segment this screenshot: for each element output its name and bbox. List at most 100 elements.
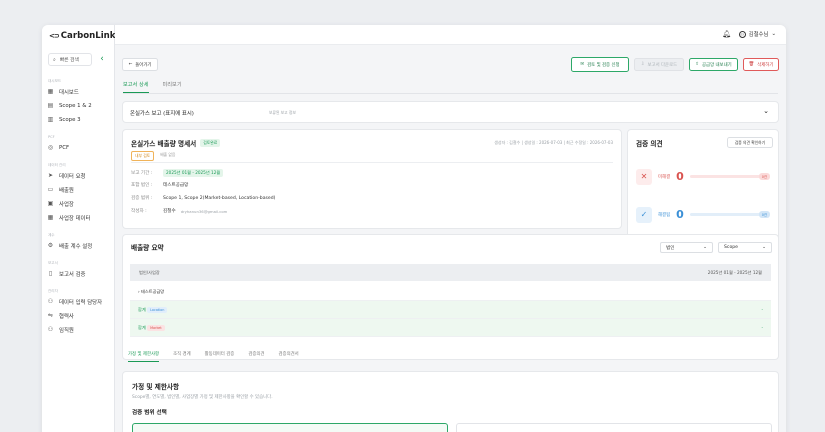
building-icon: ▣ (47, 200, 54, 207)
section-label-settings: 계수 (48, 233, 55, 237)
sidebar-item-label: 데이터 입력 담당자 (59, 299, 103, 306)
sidebar-item-emission-factor[interactable]: ⚙ 배출 계수 설정 (47, 240, 92, 251)
sidebar-item-label: 배출원 (59, 187, 74, 194)
sidebar-item-label: Scope 1 & 2 (59, 102, 92, 109)
sidebar-item-emission-source[interactable]: ▭ 배출원 (47, 184, 74, 195)
sidebar-item-partner[interactable]: ⇋ 협력사 (47, 310, 74, 321)
tab-org-boundary[interactable]: 조직 경계 (173, 351, 191, 362)
report-download-label: 보고서 다운로드 (647, 62, 678, 68)
tab-opinion-report[interactable]: 검증의견서 (278, 351, 298, 362)
section-label-data: 데이터 관리 (48, 163, 66, 167)
bell-icon[interactable]: 🔔︎ (722, 30, 731, 38)
report-log-accordion[interactable]: 온실가스 보고 (표지에 표시) 보류된 보고 정보 ⌄ (122, 101, 779, 123)
sidebar-item-label: 사업장 데이터 (59, 215, 91, 222)
logo[interactable]: <⊃ CarbonLink (49, 31, 116, 41)
opinion-label: 해결됨 (658, 212, 671, 218)
sidebar-item-scope12[interactable]: ▤ Scope 1 & 2 (47, 100, 92, 111)
check-icon: ✓ (636, 206, 652, 223)
sidebar-item-label: 데이터 요청 (59, 173, 86, 180)
sidebar-item-data-input-manager[interactable]: ⚇ 데이터 입력 담당자 (47, 296, 102, 307)
field-value: 테스트공급망 (163, 183, 189, 188)
chevron-down-icon: ⌄ (703, 245, 707, 250)
section-label-admin: 관리자 (48, 289, 58, 293)
field-value: 김철수 (163, 209, 176, 214)
sidebar-item-data-request[interactable]: ➤ 데이터 요청 (47, 170, 86, 181)
sidebar-item-employee[interactable]: ⚇ 임직원 (47, 324, 74, 335)
verify-request-button[interactable]: ✉ 검토 및 검증 신청 (571, 57, 629, 72)
table-icon: ▦ (47, 214, 54, 221)
sidebar-item-label: 보고서 검증 (59, 271, 86, 278)
opinion-count: 0 (676, 170, 684, 183)
trash-icon: 🗑︎ (748, 62, 755, 67)
opinion-bar: 0건 (689, 173, 770, 180)
close-icon: ✕ (636, 168, 652, 185)
table-row[interactable]: › 테스트공급망 (130, 283, 771, 301)
upload-icon: ⇧ (695, 62, 699, 67)
arrow-left-icon: ← (128, 62, 133, 67)
tab-opinion[interactable]: 검증의견 (248, 351, 264, 362)
opinion-bar: 0건 (689, 211, 770, 218)
assumptions-card: 가정 및 제한사항 Scope별, 연도별, 법인별, 사업장별 가정 및 제한… (122, 371, 779, 432)
scope-option[interactable] (456, 423, 772, 432)
chevron-left-icon: ‹ (100, 54, 104, 64)
delete-button[interactable]: 🗑︎ 삭제하기 (743, 58, 779, 71)
entity-select-value: 법인 (666, 245, 675, 251)
column-header: 법인/사업장 (139, 269, 160, 275)
verify-request-label: 검토 및 검증 신청 (587, 62, 620, 68)
sidebar-item-label: Scope 3 (59, 116, 81, 123)
field-key: 보고 기간 : (131, 171, 153, 176)
column-header: 2025년 01월 - 2025년 12월 (707, 269, 762, 275)
search-icon: ⌕ (53, 57, 56, 63)
summary-title: 배출량 요약 (131, 244, 164, 252)
delete-label: 삭제하기 (757, 62, 774, 68)
tab-assumptions[interactable]: 가정 및 제한사항 (128, 351, 160, 362)
row-value: - (761, 325, 763, 330)
logo-mark-icon: <⊃ (49, 32, 60, 40)
back-button[interactable]: ← 돌아가기 (122, 58, 158, 71)
view-opinion-button[interactable]: 검증 의견 확인하기 (727, 137, 773, 148)
tab-preview[interactable]: 미리보기 (163, 81, 182, 93)
sidebar-item-label: 대시보드 (59, 89, 79, 96)
source-icon: ▭ (47, 186, 54, 193)
field-key: 작성자 : (131, 209, 147, 214)
sidebar-item-report-verify[interactable]: ▯ 보고서 검증 (47, 268, 86, 279)
field-value: 2025년 01월 - 2025년 12월 (163, 169, 224, 177)
tab-report-detail[interactable]: 보고서 상세 (123, 81, 149, 93)
tag-internal-review: 내부 검토 (131, 151, 155, 161)
status-badge: 검토완료 (200, 139, 221, 147)
entity-select[interactable]: 법인 ⌄ (660, 242, 713, 253)
share-button[interactable]: ⇧ 공급망 내보내기 (689, 58, 738, 71)
chevron-down-icon: ⌄ (763, 107, 769, 115)
emission-summary-card: 배출량 요약 법인 ⌄ Scope ⌄ 법인/사업장 2025년 01월 - 202… (122, 234, 779, 360)
logo-text: CarbonLink (60, 31, 116, 41)
report-info-card: 온실가스 배출량 명세서 검토완료 생성자 : 김철수 | 생성일 : 2026… (122, 129, 622, 229)
row-label: 합계 (138, 324, 146, 330)
opinion-pill: 0건 (758, 211, 770, 218)
tag-no-emission: 배출 없음 (160, 152, 176, 157)
market-badge: Market (147, 324, 165, 331)
user-menu[interactable]: ⚇ 김철수님 ⌄ (738, 30, 776, 38)
scope-option-selected[interactable] (132, 423, 448, 432)
tab-activity-data[interactable]: 활동데이터 검증 (205, 351, 235, 362)
sidebar-item-site-data[interactable]: ▦ 사업장 데이터 (47, 212, 91, 223)
field-period: 보고 기간 : 2025년 01월 - 2025년 12월 (131, 169, 224, 177)
quick-search-button[interactable]: ⌕ 빠른 검색 (48, 53, 92, 66)
opinion-row-unresolved: ✕ 미해결 0 0건 (636, 167, 770, 186)
sidebar-item-scope3[interactable]: ▥ Scope 3 (47, 114, 81, 125)
report-log-hint: 보류된 보고 정보 (269, 110, 296, 115)
report-download-button[interactable]: ⇩ 보고서 다운로드 (634, 58, 684, 71)
table-row: 합계 Market - (130, 319, 771, 337)
scope-select[interactable]: Scope ⌄ (718, 242, 772, 253)
section-label-report: 보고서 (48, 261, 58, 265)
layers-icon: ▤ (47, 102, 54, 109)
sidebar-item-dashboard[interactable]: ▦ 대시보드 (47, 86, 79, 97)
users-icon: ⚇ (47, 298, 54, 305)
collapse-sidebar-button[interactable]: ‹ (96, 54, 108, 66)
sidebar-item-site[interactable]: ▣ 사업장 (47, 198, 74, 209)
assumptions-subtitle: Scope별, 연도별, 법인별, 사업장별 가정 및 제한사항을 확인할 수 … (132, 395, 273, 400)
layers-icon: ▥ (47, 116, 54, 123)
sidebar-item-pcf[interactable]: ◎ PCF (47, 142, 69, 153)
globe-icon: ◎ (47, 144, 54, 151)
view-opinion-label: 검증 의견 확인하기 (734, 139, 766, 145)
opinion-label: 미해결 (658, 174, 671, 180)
